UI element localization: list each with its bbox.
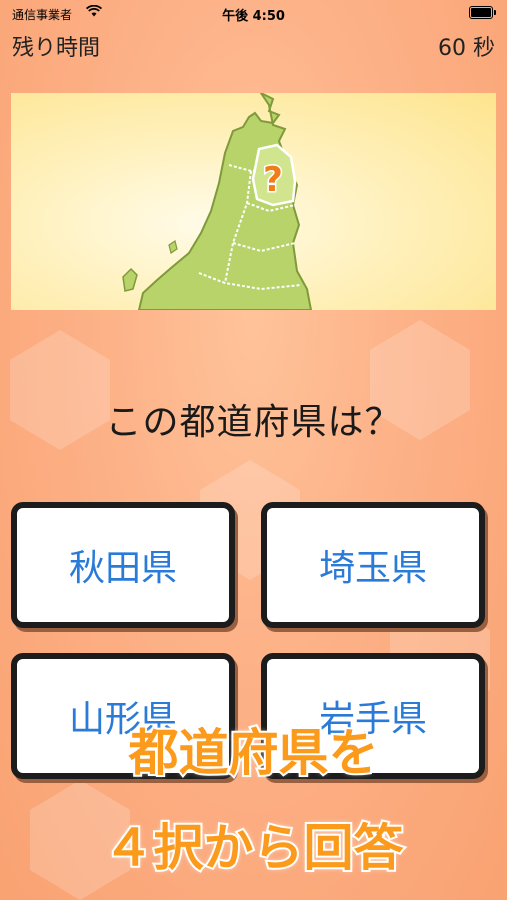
status-time: 午後 4:50 [222,9,285,24]
promo-caption-line2: ４択から回答 [102,817,406,879]
answer-button-2[interactable]: 埼玉県 [261,502,485,628]
prefecture-map: ? [11,93,496,310]
timer-label: 残り時間 [12,36,101,61]
battery-icon [469,6,496,19]
question-marker: ? [263,160,283,200]
status-bar: 通信事業者 午後 4:50 [0,0,507,26]
question-text: この都道府県は？ [105,402,402,443]
promo-caption-line1: 都道府県を [127,722,381,784]
timer-value: 60 秒 [438,36,495,61]
tohoku-map-illustration: ? [122,93,313,310]
island [122,267,138,292]
answer-button-1[interactable]: 秋田県 [11,502,235,628]
